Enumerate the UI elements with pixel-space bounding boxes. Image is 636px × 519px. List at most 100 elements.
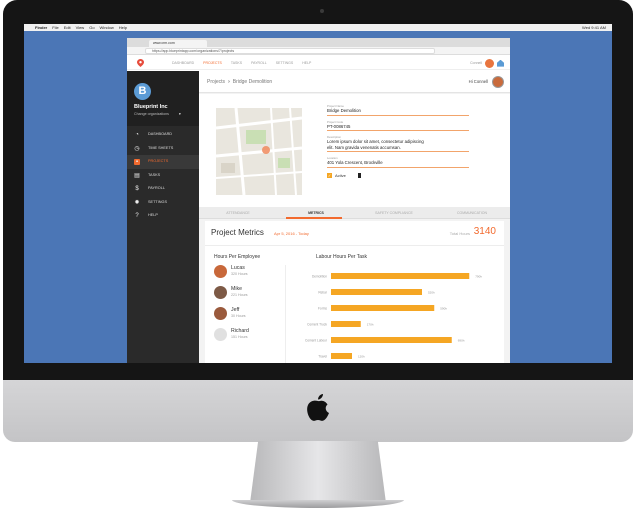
top-nav-item[interactable]: TASKS xyxy=(231,61,242,65)
menubar-item[interactable]: Go xyxy=(89,25,94,30)
browser-toolbar: https://app.blueprintapp.com/organizatio… xyxy=(127,47,510,55)
speedometer-icon: ◔ xyxy=(135,132,139,138)
bar[interactable] xyxy=(331,353,352,359)
employee-name: Richard xyxy=(231,328,249,334)
tab-attendance[interactable]: ATTENDANCE xyxy=(199,207,277,219)
sidebar-menu: ◔ DASHBOARD ◷ TIME SHEETS ▪ PROJECTS ▤ TASKS $ PA… xyxy=(127,128,199,223)
project-location-map[interactable] xyxy=(216,108,302,195)
labour-hours-chart: Demolition 790h Rebar 520h Forms 590h Cement T… xyxy=(305,273,482,359)
top-nav-item[interactable]: PROJECTS xyxy=(203,61,222,65)
browser-tab[interactable]: www.crm.com xyxy=(149,40,207,47)
employee-row[interactable]: Mike 221 Hours xyxy=(214,284,284,304)
top-nav-item[interactable]: SETTINGS xyxy=(276,61,294,65)
browser-tabbar: www.crm.com xyxy=(127,38,510,54)
menubar-item[interactable]: File xyxy=(52,25,58,30)
bar[interactable] xyxy=(331,337,452,343)
bar-value-label: 690h xyxy=(458,339,465,343)
tab-safety-compliance[interactable]: SAFETY COMPLIANCE xyxy=(355,207,433,219)
user-avatar[interactable] xyxy=(492,76,504,88)
menubar-item[interactable]: Edit xyxy=(64,25,71,30)
bar-value-label: 120h xyxy=(358,355,365,359)
bar[interactable] xyxy=(331,273,470,279)
sidebar-item-settings[interactable]: ✹ SETTINGS xyxy=(127,196,199,210)
greeting: Hi Connell xyxy=(468,79,488,84)
menubar-item[interactable]: Help xyxy=(119,25,127,30)
folder-icon: ▪ xyxy=(134,159,140,165)
sidebar: B Blueprint Inc Change organizations ▾ ◔ D… xyxy=(127,71,199,363)
employee-hours: 221 Hours xyxy=(231,293,248,297)
help-icon: ? xyxy=(135,213,139,219)
menubar-items: Finder File Edit View Go Window Help xyxy=(30,24,132,31)
sidebar-item-label: TIME SHEETS xyxy=(148,145,174,150)
bar[interactable] xyxy=(331,289,422,295)
change-org-button[interactable]: Change organizations ▾ xyxy=(134,112,181,116)
sidebar-item-tasks[interactable]: ▤ TASKS xyxy=(127,169,199,183)
top-nav-item[interactable]: PAYROLL xyxy=(251,61,267,65)
location-value: 401 Yola Crescent, Brockville xyxy=(327,160,383,165)
main-content: Projects›Bridge Demolition Hi Connell xyxy=(199,71,510,363)
sidebar-item-time-sheets[interactable]: ◷ TIME SHEETS xyxy=(127,142,199,156)
home-icon[interactable] xyxy=(497,59,504,67)
map-marker-icon[interactable] xyxy=(262,146,270,154)
desktop-screen: Finder File Edit View Go Window Help Wed 9:41 … xyxy=(24,24,612,363)
menubar-item[interactable]: Finder xyxy=(35,25,47,30)
active-label: Active xyxy=(335,172,346,178)
app-top-nav: DASHBOARD PROJECTS TASKS PAYROLL SETTINGS HEL… xyxy=(127,56,510,70)
metrics-date-range[interactable]: Apr 5, 2016 - Today xyxy=(274,231,309,236)
tab-metrics[interactable]: METRICS xyxy=(277,207,355,219)
sidebar-item-label: SETTINGS xyxy=(148,199,167,204)
project-metrics-panel: Project Metrics Apr 5, 2016 - Today Tota… xyxy=(205,221,504,363)
employee-hours: 151 Hours xyxy=(231,335,248,339)
employee-row[interactable]: Richard 151 Hours xyxy=(214,326,284,346)
bar-value-label: 520h xyxy=(428,291,435,295)
active-checkbox[interactable]: ✓ xyxy=(327,172,332,178)
employee-name: Mike xyxy=(231,286,242,292)
category-label: Demolition xyxy=(312,275,327,279)
location-pin-logo-icon[interactable] xyxy=(137,59,144,67)
project-tabs: ATTENDANCE METRICS SAFETY COMPLIANCE COMMUN… xyxy=(199,207,510,219)
sidebar-item-label: PAYROLL xyxy=(148,186,165,190)
employee-row[interactable]: Jeff 30 Hours xyxy=(214,305,284,325)
category-label: Forms xyxy=(318,307,327,311)
trash-icon[interactable] xyxy=(357,172,361,178)
project-description-field[interactable]: Description Lorem ipsum dolor sit amet, … xyxy=(327,135,469,152)
menubar-clock: Wed 9:41 AM xyxy=(582,25,606,30)
breadcrumb: Projects › Bridge Demolition xyxy=(199,71,510,93)
sidebar-item-label: HELP xyxy=(148,213,158,217)
metrics-divider xyxy=(205,245,504,246)
caret-down-icon: ▾ xyxy=(178,112,181,116)
tab-communication[interactable]: COMMUNICATION xyxy=(433,207,510,219)
sidebar-item-help[interactable]: ? HELP xyxy=(127,209,199,223)
employee-name: Lucas xyxy=(231,265,245,271)
avatar xyxy=(214,328,227,341)
imac-stand-base xyxy=(232,500,404,508)
sidebar-item-payroll[interactable]: $ PAYROLL xyxy=(127,182,199,196)
address-bar[interactable]: https://app.blueprintapp.com/organizatio… xyxy=(145,48,435,54)
project-name-field[interactable]: Project Name Bridge Demolition xyxy=(327,104,469,116)
top-nav-links: DASHBOARD PROJECTS TASKS PAYROLL SETTINGS HEL… xyxy=(172,56,320,70)
bar[interactable] xyxy=(331,321,361,327)
bar-value-label: 590h xyxy=(440,307,447,311)
category-label: Cement Labour xyxy=(305,339,328,343)
project-location-field[interactable]: Location 401 Yola Crescent, Brockville xyxy=(327,156,469,168)
top-nav-item[interactable]: HELP xyxy=(302,61,311,65)
sidebar-item-projects[interactable]: ▪ PROJECTS xyxy=(127,155,199,169)
project-code-field[interactable]: Project Code PT-0086745 xyxy=(327,120,469,131)
menubar-item[interactable]: Window xyxy=(100,25,114,30)
breadcrumb-current: Bridge Demolition xyxy=(232,79,273,85)
sidebar-item-dashboard[interactable]: ◔ DASHBOARD xyxy=(127,128,199,142)
camera-icon xyxy=(320,9,324,13)
nav-avatar[interactable] xyxy=(485,58,495,68)
top-nav-item[interactable]: DASHBOARD xyxy=(172,61,194,65)
apple-logo-icon xyxy=(307,394,329,421)
bar[interactable] xyxy=(331,305,435,311)
breadcrumb-root[interactable]: Projects xyxy=(207,79,225,85)
avatar xyxy=(214,307,227,320)
mac-menubar: Finder File Edit View Go Window Help Wed 9:41 … xyxy=(24,24,612,31)
avatar xyxy=(214,265,227,278)
gear-icon: ✹ xyxy=(134,199,140,206)
nav-user[interactable]: Connell xyxy=(470,58,504,68)
employee-row[interactable]: Lucas 320 Hours xyxy=(214,263,284,283)
category-label: Travel xyxy=(318,355,327,359)
menubar-item[interactable]: View xyxy=(76,25,85,30)
